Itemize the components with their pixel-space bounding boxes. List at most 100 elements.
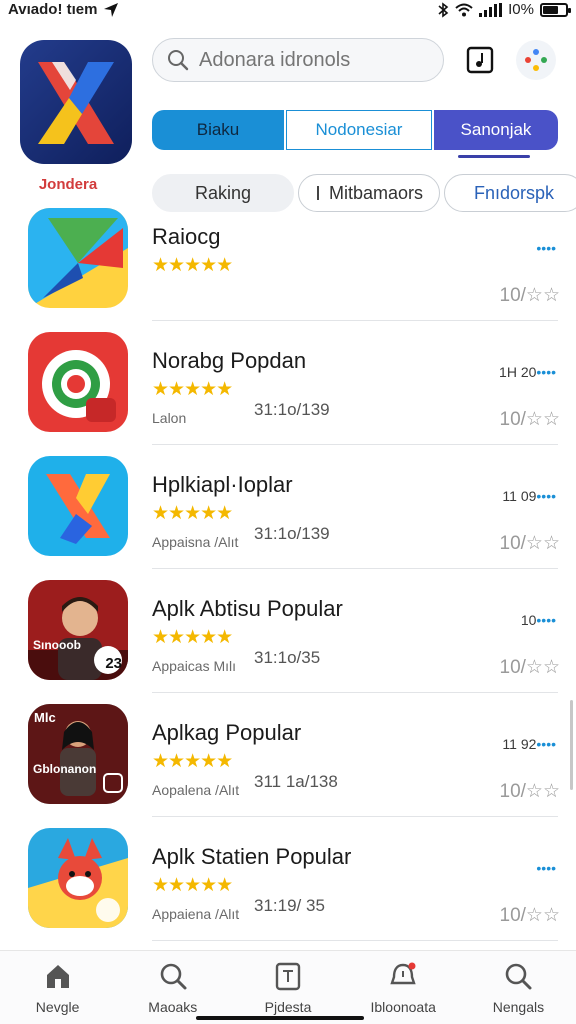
- nav-item-5[interactable]: Nengals: [461, 951, 576, 1024]
- app-subtitle: Appaisna /Alıt: [152, 534, 239, 550]
- rate-button[interactable]: 10/☆☆: [500, 656, 560, 679]
- search-icon: [160, 963, 187, 990]
- app-subtitle: Lalon: [152, 410, 187, 426]
- search-input[interactable]: [199, 48, 419, 72]
- app-icon[interactable]: [28, 456, 128, 556]
- filter-chip-3-label: Fnıdorspk: [473, 182, 555, 203]
- kite-icon: [28, 208, 128, 308]
- app-date: 311 1a/138: [254, 772, 338, 791]
- rate-button[interactable]: 10/☆☆: [500, 780, 560, 803]
- nav-item-2[interactable]: Maoaks: [115, 951, 230, 1024]
- search-icon: [506, 963, 532, 990]
- bluetooth-icon: [438, 1, 449, 18]
- segment-tab-1[interactable]: Biaku: [152, 110, 284, 150]
- list-divider: [152, 320, 558, 321]
- download-count: 11 92••••: [502, 736, 556, 752]
- nav-item-4[interactable]: Ibloonoata: [346, 951, 461, 1024]
- status-bar: Avıado! tıem Ι0%: [0, 0, 576, 24]
- x-logo-icon: [38, 62, 114, 144]
- segment-tab-2[interactable]: Nodonesiar: [286, 110, 432, 150]
- featured-app-icon[interactable]: [20, 40, 132, 164]
- home-icon: [46, 965, 69, 988]
- download-count: 11 09••••: [502, 488, 556, 504]
- app-title[interactable]: Aplk Statien Popular: [152, 844, 351, 870]
- battery-icon: [540, 2, 571, 17]
- nav-item-1-label: Nevgle: [35, 999, 80, 1015]
- list-divider: [152, 692, 558, 693]
- star-rating: ★★★★★: [152, 627, 233, 648]
- icon-overlay-top-text: Mlc: [34, 710, 56, 725]
- assistant-button[interactable]: [516, 40, 556, 80]
- wifi-icon: [455, 3, 473, 16]
- app-date: 31:1o/139: [254, 400, 330, 419]
- music-note-icon: [466, 46, 494, 74]
- search-icon: [168, 50, 189, 71]
- star-rating: ★★★★★: [152, 255, 233, 276]
- list-divider: [152, 568, 558, 569]
- search-bar[interactable]: [152, 38, 444, 82]
- app-list-item[interactable]: Hplkiapl·Ioplar ★★★★★ Appaisna /Alıt 31:1o/…: [0, 454, 576, 578]
- app-list-item[interactable]: Norabg Popdan ★★★★★ Lalon 31:1o/139 1H 20•••…: [0, 330, 576, 454]
- bottom-navigation: Nevgle Maoaks Pjdesta Ibloonoata Nengals: [0, 950, 576, 1024]
- nav-item-1[interactable]: Nevgle: [0, 951, 115, 1024]
- app-title[interactable]: Aplk Abtisu Popular: [152, 596, 343, 622]
- segment-tab-3-label: Sanonjak: [460, 120, 532, 139]
- status-right: Ι0%: [437, 1, 571, 18]
- app-icon[interactable]: [28, 332, 128, 432]
- app-list-item[interactable]: Aplk Statien Popular ★★★★★ Appaiena /Alıt 3…: [0, 826, 576, 950]
- download-count: ••••: [536, 860, 556, 876]
- document-icon: [275, 962, 301, 991]
- app-list-item[interactable]: Raiocg ★★★★★ •••• 10/☆☆: [0, 206, 576, 330]
- camera-ring-icon: [28, 332, 128, 432]
- battery-percent: Ι0%: [508, 1, 534, 18]
- star-rating: ★★★★★: [152, 503, 233, 524]
- rate-button[interactable]: 10/☆☆: [500, 532, 560, 555]
- rate-button[interactable]: 10/☆☆: [500, 408, 560, 431]
- music-button[interactable]: [460, 40, 500, 80]
- list-divider: [152, 940, 558, 941]
- filter-chip-1-label: Raking: [194, 182, 252, 203]
- nav-item-2-label: Maoaks: [148, 999, 198, 1015]
- app-title[interactable]: Norabg Popdan: [152, 348, 306, 374]
- icon-badge: 23: [105, 655, 122, 672]
- list-divider: [152, 444, 558, 445]
- app-title[interactable]: Aplkag Popular: [152, 720, 301, 746]
- status-left: Avıado! tıem: [8, 1, 119, 18]
- featured-app-label: Jondera: [38, 176, 98, 193]
- nav-item-3[interactable]: Pjdesta: [230, 951, 345, 1024]
- app-title[interactable]: Hplkiapl·Ioplar: [152, 472, 293, 498]
- app-subtitle: Aopalena /Alıt: [152, 782, 240, 798]
- app-title[interactable]: Raiocg: [152, 224, 220, 250]
- carrier-label: Avıado! tıem: [8, 1, 98, 18]
- fox-cartoon-icon: [28, 828, 128, 928]
- filter-chip-2-label: Mitbamaors: [328, 182, 424, 203]
- app-list-item[interactable]: 23 Sınooob Aplk Abtisu Popular ★★★★★ Appaica…: [0, 578, 576, 702]
- download-count: ••••: [536, 240, 556, 256]
- segment-tab-3[interactable]: Sanonjak: [434, 110, 558, 158]
- download-count: 10••••: [520, 612, 556, 628]
- app-icon[interactable]: 23 Sınooob: [28, 580, 128, 680]
- nav-item-3-label: Pjdesta: [264, 999, 312, 1015]
- rate-button[interactable]: 10/☆☆: [500, 904, 560, 927]
- list-divider: [152, 816, 558, 817]
- download-count: 1H 20••••: [499, 364, 556, 380]
- app-date: 31:1o/139: [254, 524, 330, 543]
- pin-icon: [316, 186, 319, 200]
- app-date: 31:1o/35: [254, 648, 321, 667]
- star-rating: ★★★★★: [152, 751, 233, 772]
- app-list-item[interactable]: Gblonanon Mlc Aplkag Popular ★★★★★ Aopalena …: [0, 702, 576, 826]
- rate-button[interactable]: 10/☆☆: [500, 284, 560, 307]
- app-icon[interactable]: [28, 828, 128, 928]
- nav-item-4-label: Ibloonoata: [370, 999, 436, 1015]
- signal-icon: [479, 2, 503, 17]
- nav-item-5-label: Nengals: [492, 999, 545, 1015]
- battery-level: [543, 5, 558, 14]
- app-icon[interactable]: [28, 208, 128, 308]
- scrollbar[interactable]: [570, 700, 573, 790]
- home-indicator[interactable]: [196, 1016, 364, 1020]
- assistant-dots-icon: [525, 49, 547, 71]
- star-rating: ★★★★★: [152, 875, 233, 896]
- app-date: 31:19/ 35: [254, 896, 325, 915]
- location-arrow-icon: [104, 2, 119, 17]
- app-icon[interactable]: Gblonanon Mlc: [28, 704, 128, 804]
